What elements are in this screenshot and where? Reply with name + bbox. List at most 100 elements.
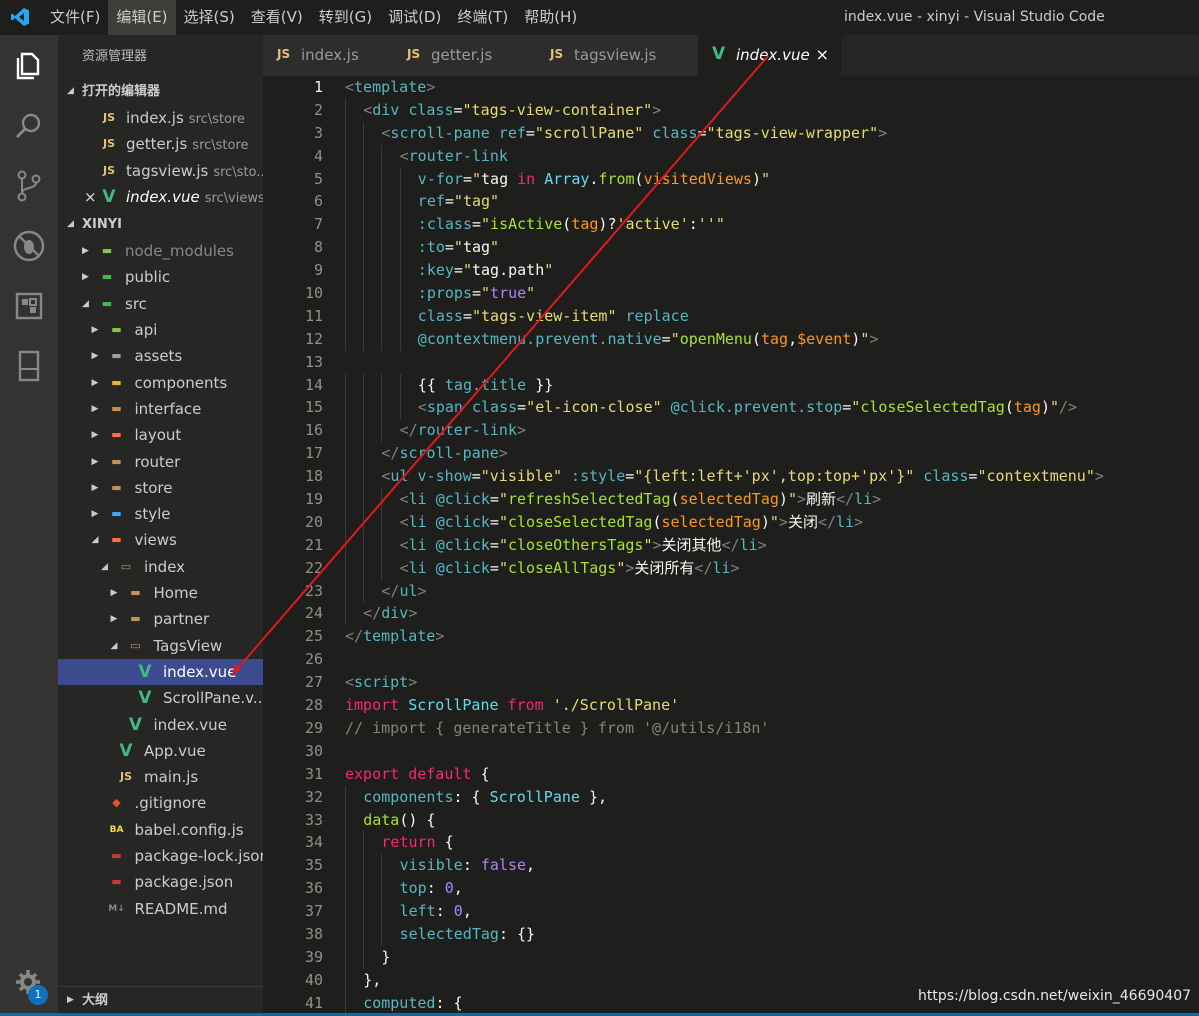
tree-item-label: index.vue bbox=[153, 715, 227, 734]
close-icon[interactable]: × bbox=[816, 45, 829, 64]
code-line[interactable]: <script> bbox=[345, 671, 1195, 694]
code-token: > bbox=[652, 100, 662, 119]
code-line[interactable]: <span class="el-icon-close" @click.preve… bbox=[345, 396, 1195, 420]
open-editors-section-header[interactable]: ◢ 打开的编辑器 bbox=[58, 78, 263, 105]
menu-item[interactable]: 调试(D) bbox=[380, 0, 449, 35]
code-line[interactable]: </router-link> bbox=[345, 419, 1195, 443]
tree-item[interactable]: ▶ ▬ interface bbox=[58, 396, 263, 422]
code-line[interactable]: top: 0, bbox=[345, 877, 1195, 901]
menu-item[interactable]: 文件(F) bbox=[42, 0, 108, 35]
line-number: 5 bbox=[313, 169, 323, 188]
code-line[interactable]: :props="true" bbox=[345, 282, 1195, 305]
tree-item[interactable]: ◢ ▬ src bbox=[58, 291, 263, 317]
tree-item[interactable]: V App.vue bbox=[58, 738, 263, 764]
explorer-icon[interactable] bbox=[0, 37, 58, 97]
tab-index-js[interactable]: JS index.js bbox=[263, 35, 393, 76]
code-line[interactable]: </div> bbox=[345, 602, 1195, 626]
code-line[interactable]: return { bbox=[345, 831, 1195, 855]
code-line[interactable]: <template> bbox=[345, 76, 1195, 99]
open-editor-item[interactable]: JS index.js src\store bbox=[58, 105, 263, 131]
code-line[interactable]: class="tags-view-item" replace bbox=[345, 304, 1195, 328]
code-line[interactable]: components: { ScrollPane }, bbox=[345, 785, 1195, 809]
tree-item[interactable]: ▶ ▬ Home bbox=[58, 580, 263, 606]
menu-item[interactable]: 转到(G) bbox=[311, 0, 380, 35]
code-line[interactable]: {{ tag.title }} bbox=[345, 373, 1195, 397]
code-line[interactable]: <scroll-pane ref="scrollPane" class="tag… bbox=[345, 121, 1195, 145]
menu-item[interactable]: 帮助(H) bbox=[516, 0, 585, 35]
tree-item[interactable]: ▶ ▬ store bbox=[58, 475, 263, 501]
tab-index-vue[interactable]: Vindex.vue × bbox=[698, 35, 841, 76]
tab-tagsview-js[interactable]: JS tagsview.js bbox=[536, 35, 698, 76]
code-line[interactable]: <div class="tags-view-container"> bbox=[345, 98, 1195, 122]
code-line[interactable]: </scroll-pane> bbox=[345, 442, 1195, 466]
code-line[interactable]: @contextmenu.prevent.native="openMenu(ta… bbox=[345, 327, 1195, 351]
tree-item[interactable]: ▶ ▬ assets bbox=[58, 343, 263, 369]
code-line[interactable]: <li @click="closeSelectedTag(selectedTag… bbox=[345, 510, 1195, 534]
code-line[interactable] bbox=[345, 740, 1195, 763]
tree-item[interactable]: ▶ ▬ partner bbox=[58, 606, 263, 632]
code-line[interactable]: :key="tag.path" bbox=[345, 259, 1195, 283]
code-line[interactable] bbox=[345, 351, 1195, 374]
code-line[interactable]: import ScrollPane from './ScrollPane' bbox=[345, 694, 1195, 717]
debug-icon[interactable] bbox=[0, 217, 58, 277]
tree-item[interactable]: ◢ ▭ index bbox=[58, 554, 263, 580]
tree-item[interactable]: ◢ ▭ TagsView bbox=[58, 633, 263, 659]
search-icon[interactable] bbox=[0, 97, 58, 157]
tree-item[interactable]: ▶ ▬ router bbox=[58, 449, 263, 475]
code-line[interactable]: // import { generateTitle } from '@/util… bbox=[345, 717, 1195, 740]
tree-item[interactable]: V ScrollPane.v... bbox=[58, 685, 263, 711]
tree-item[interactable]: Vindex.vue bbox=[58, 658, 263, 686]
tree-item[interactable]: JS main.js bbox=[58, 764, 263, 790]
code-area[interactable]: <template> <div class="tags-view-containe… bbox=[345, 76, 1195, 1013]
code-line[interactable]: :to="tag" bbox=[345, 236, 1195, 260]
tree-item[interactable]: ▶ ▬ style bbox=[58, 501, 263, 527]
code-line[interactable]: selectedTag: {} bbox=[345, 922, 1195, 946]
tree-item[interactable]: ▶ ▬ components bbox=[58, 370, 263, 396]
tree-item[interactable]: M↓ README.md bbox=[58, 896, 263, 922]
code-line[interactable] bbox=[345, 648, 1195, 671]
menu-item[interactable]: 终端(T) bbox=[449, 0, 516, 35]
code-line[interactable]: <li @click="closeOthersTags">关闭其他</li> bbox=[345, 533, 1195, 557]
menu-item[interactable]: 选择(S) bbox=[176, 0, 243, 35]
close-icon[interactable]: × bbox=[84, 184, 97, 210]
code-line[interactable]: visible: false, bbox=[345, 854, 1195, 878]
gear-icon[interactable] bbox=[0, 953, 58, 1013]
code-line[interactable]: export default { bbox=[345, 763, 1195, 786]
code-line[interactable]: <ul v-show="visible" :style="{left:left+… bbox=[345, 465, 1195, 489]
code-line[interactable]: } bbox=[345, 945, 1195, 969]
tree-item[interactable]: ◆ .gitignore bbox=[58, 790, 263, 816]
tree-item[interactable]: ◢ ▬ views bbox=[58, 527, 263, 553]
tree-item[interactable]: ▶ ▬ layout bbox=[58, 422, 263, 448]
tree-item[interactable]: BA babel.config.js bbox=[58, 817, 263, 843]
code-token: v-show bbox=[417, 467, 472, 486]
tab-getter-js[interactable]: JS getter.js bbox=[393, 35, 536, 76]
source-control-icon[interactable] bbox=[0, 157, 58, 217]
tree-item[interactable]: ▶ ▬ node_modules bbox=[58, 238, 263, 264]
open-editor-item[interactable]: ×Vindex.vuesrc\views... bbox=[58, 184, 263, 210]
code-line[interactable]: <router-link bbox=[345, 144, 1195, 168]
code-line[interactable]: left: 0, bbox=[345, 900, 1195, 923]
tree-item[interactable]: ▶ ▬ public bbox=[58, 264, 263, 290]
tree-item[interactable]: ▶ ▬ api bbox=[58, 317, 263, 343]
extensions-icon[interactable] bbox=[0, 277, 58, 337]
settings-badge: 1 bbox=[28, 985, 48, 1005]
tree-item[interactable]: ▬ package-lock.json bbox=[58, 843, 263, 869]
code-line[interactable]: ref="tag" bbox=[345, 190, 1195, 214]
outline-section-header[interactable]: ▶ 大纲 bbox=[58, 986, 263, 1013]
code-line[interactable]: :class="isActive(tag)?'active':''" bbox=[345, 213, 1195, 237]
remote-explorer-icon[interactable] bbox=[0, 337, 58, 397]
menu-item[interactable]: 编辑(E) bbox=[108, 0, 176, 35]
open-editor-item[interactable]: JS tagsview.jssrc\sto... bbox=[58, 158, 263, 184]
code-line[interactable]: </template> bbox=[345, 625, 1195, 648]
menu-item[interactable]: 查看(V) bbox=[243, 0, 311, 35]
code-line[interactable]: </ul> bbox=[345, 579, 1195, 603]
code-line[interactable]: <li @click="closeAllTags">关闭所有</li> bbox=[345, 556, 1195, 580]
open-editor-item[interactable]: JS getter.js src\store bbox=[58, 131, 263, 157]
tree-item[interactable]: Vindex.vue bbox=[58, 712, 263, 738]
tree-item[interactable]: ▬ package.json bbox=[58, 869, 263, 895]
code-line[interactable]: <li @click="refreshSelectedTag(selectedT… bbox=[345, 488, 1195, 511]
code-line[interactable]: data() { bbox=[345, 808, 1195, 832]
code-editor[interactable]: 1 2 3 4 5 6 7 8 9 10 11 12 13 14 15 16 17 18 19 20 21 22 23 24 2… bbox=[263, 76, 1199, 1013]
code-line[interactable]: v-for="tag in Array.from(visitedViews)" bbox=[345, 167, 1195, 191]
project-section-header[interactable]: ◢ XINYI bbox=[58, 211, 263, 238]
